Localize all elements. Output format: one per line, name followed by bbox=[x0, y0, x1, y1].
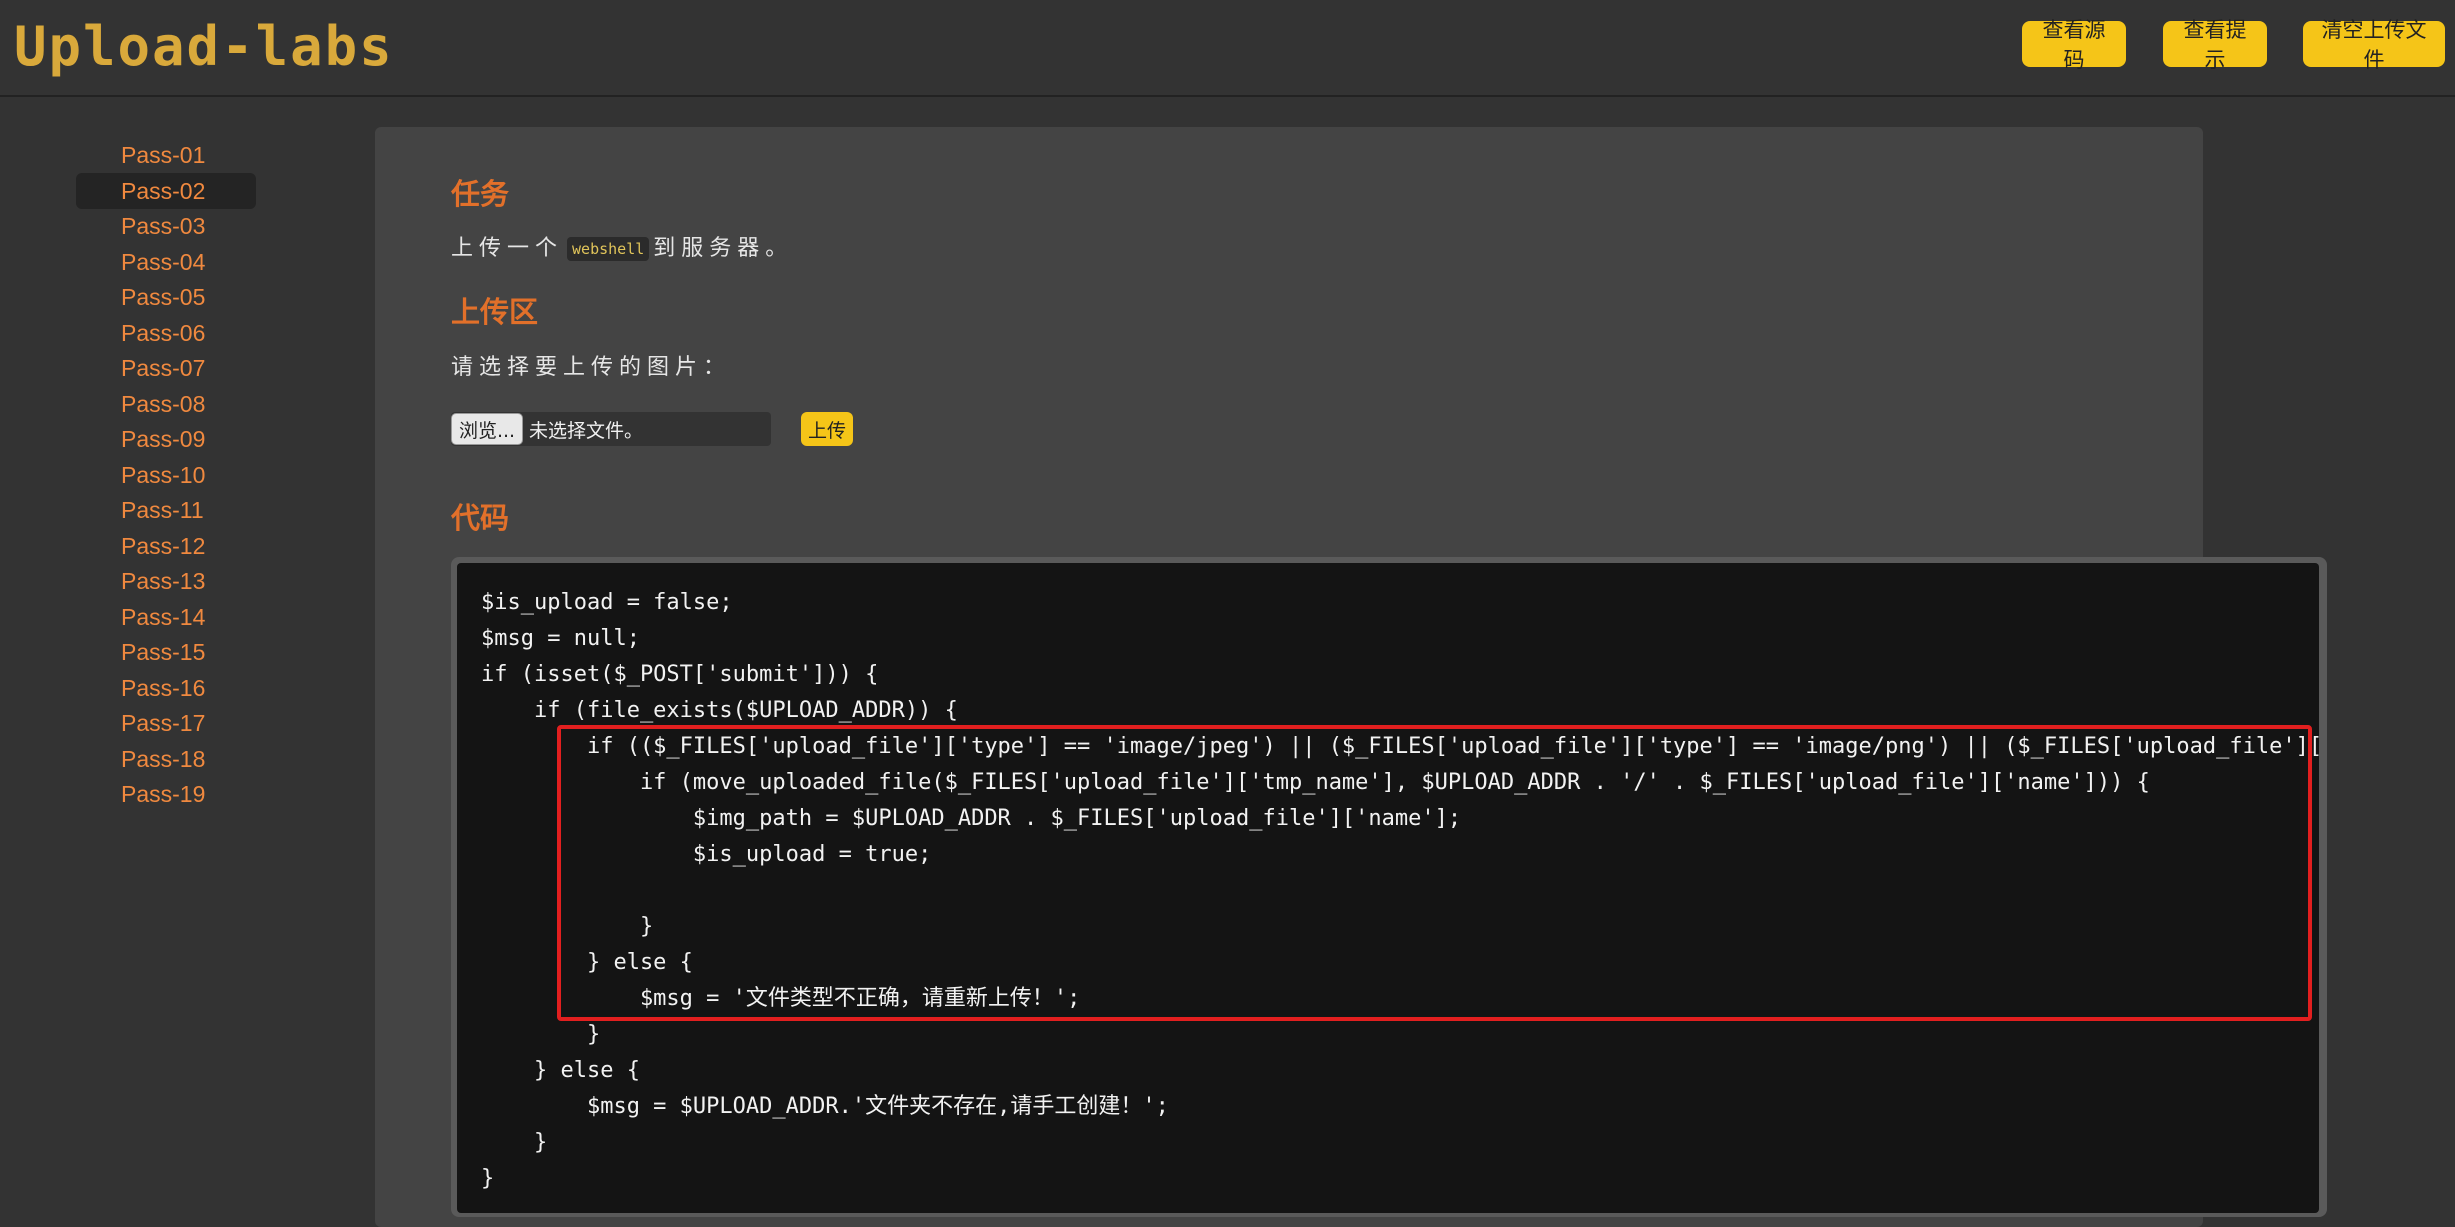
sidebar-item-pass-02[interactable]: Pass-02 bbox=[76, 172, 256, 209]
task-text-after: 到服务器。 bbox=[653, 236, 794, 261]
code-line: $is_upload = true; bbox=[481, 842, 932, 867]
code-line: } bbox=[481, 1022, 601, 1047]
sidebar-item-pass-10[interactable]: Pass-10 bbox=[76, 457, 256, 493]
code-title: 代码 bbox=[451, 501, 510, 535]
file-status: 未选择文件。 bbox=[529, 419, 644, 442]
task-text-before: 上传一个 bbox=[451, 236, 564, 261]
sidebar-item-pass-13[interactable]: Pass-13 bbox=[76, 563, 256, 599]
file-input[interactable]: 浏览... 未选择文件。 bbox=[451, 412, 771, 446]
sidebar-item-pass-12[interactable]: Pass-12 bbox=[76, 528, 256, 564]
code-line: } bbox=[481, 1130, 548, 1155]
sidebar-item-pass-16[interactable]: Pass-16 bbox=[76, 670, 256, 706]
code-line: if (($_FILES['upload_file']['type'] == '… bbox=[481, 734, 2319, 759]
sidebar-item-pass-11[interactable]: Pass-11 bbox=[76, 492, 256, 528]
sidebar-item-pass-14[interactable]: Pass-14 bbox=[76, 599, 256, 635]
view-hint-button[interactable]: 查看提示 bbox=[2163, 18, 2267, 72]
view-source-button[interactable]: 查看源码 bbox=[2022, 18, 2126, 72]
task-title: 任务 bbox=[451, 177, 510, 211]
sidebar-item-pass-17[interactable]: Pass-17 bbox=[76, 705, 256, 741]
code-line: } else { bbox=[481, 950, 693, 975]
code-line: $msg = null; bbox=[481, 626, 640, 651]
code-line: $img_path = $UPLOAD_ADDR . $_FILES['uplo… bbox=[481, 806, 1462, 831]
code-block: $is_upload = false; $msg = null; if (isset… bbox=[457, 563, 2319, 1213]
sidebar-item-pass-06[interactable]: Pass-06 bbox=[76, 315, 256, 351]
code-line: } else { bbox=[481, 1058, 640, 1083]
code-line: if (isset($_POST['submit'])) { bbox=[481, 662, 879, 687]
sidebar-item-pass-08[interactable]: Pass-08 bbox=[76, 386, 256, 422]
code-line: } bbox=[481, 914, 654, 939]
upload-prompt: 请选择要上传的图片： bbox=[451, 355, 732, 380]
webshell-code: webshell bbox=[567, 237, 650, 261]
code-line: $is_upload = false; bbox=[481, 590, 733, 615]
sidebar-item-pass-19[interactable]: Pass-19 bbox=[76, 776, 256, 812]
logo[interactable]: Upload-labs bbox=[14, 14, 394, 78]
task-description: 上传一个 webshell 到服务器。 bbox=[451, 230, 793, 262]
top-bar: Upload-labs 查看源码 查看提示 清空上传文件 bbox=[0, 0, 2455, 97]
sidebar-item-pass-15[interactable]: Pass-15 bbox=[76, 634, 256, 670]
browse-button[interactable]: 浏览... bbox=[451, 413, 523, 445]
sidebar-nav: Pass-01 Pass-02 Pass-03 Pass-04 Pass-05 Pass-… bbox=[76, 137, 256, 812]
upload-title: 上传区 bbox=[451, 295, 539, 329]
code-content: $is_upload = false; $msg = null; if (isset… bbox=[481, 585, 2319, 1197]
sidebar-item-pass-18[interactable]: Pass-18 bbox=[76, 741, 256, 777]
sidebar-item-pass-03[interactable]: Pass-03 bbox=[76, 208, 256, 244]
code-line: $msg = '文件类型不正确，请重新上传！'; bbox=[481, 986, 1081, 1011]
sidebar-item-pass-09[interactable]: Pass-09 bbox=[76, 421, 256, 457]
code-line: if (move_uploaded_file($_FILES['upload_f… bbox=[481, 770, 2150, 795]
sidebar-item-pass-05[interactable]: Pass-05 bbox=[76, 279, 256, 315]
upload-submit-button[interactable]: 上传 bbox=[801, 412, 853, 446]
clear-uploads-button[interactable]: 清空上传文件 bbox=[2303, 18, 2445, 72]
sidebar-item-pass-07[interactable]: Pass-07 bbox=[76, 350, 256, 386]
code-line: } bbox=[481, 1166, 495, 1191]
sidebar-item-pass-01[interactable]: Pass-01 bbox=[76, 137, 256, 173]
code-line: if (file_exists($UPLOAD_ADDR)) { bbox=[481, 698, 958, 723]
sidebar-item-pass-04[interactable]: Pass-04 bbox=[76, 244, 256, 280]
code-line: $msg = $UPLOAD_ADDR.'文件夹不存在,请手工创建！'; bbox=[481, 1094, 1169, 1119]
